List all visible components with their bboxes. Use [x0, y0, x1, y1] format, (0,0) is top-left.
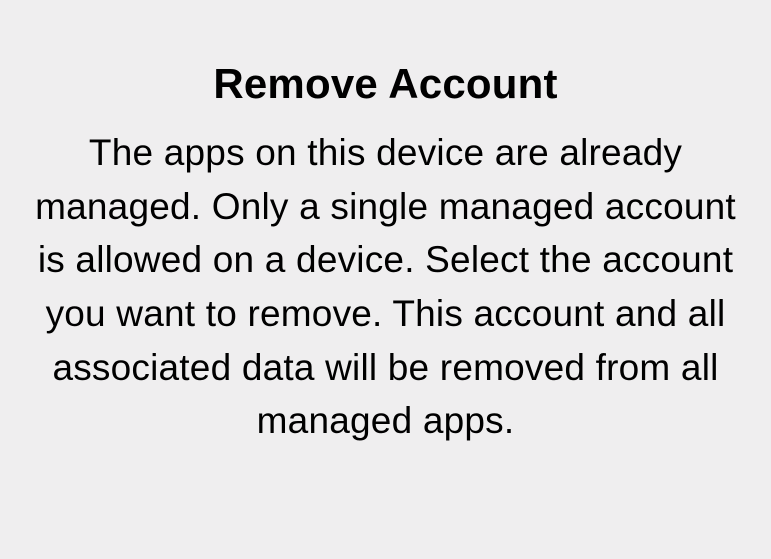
dialog-message: The apps on this device are already mana… — [35, 126, 736, 448]
remove-account-dialog: Remove Account The apps on this device a… — [0, 0, 771, 448]
dialog-title: Remove Account — [35, 60, 736, 108]
